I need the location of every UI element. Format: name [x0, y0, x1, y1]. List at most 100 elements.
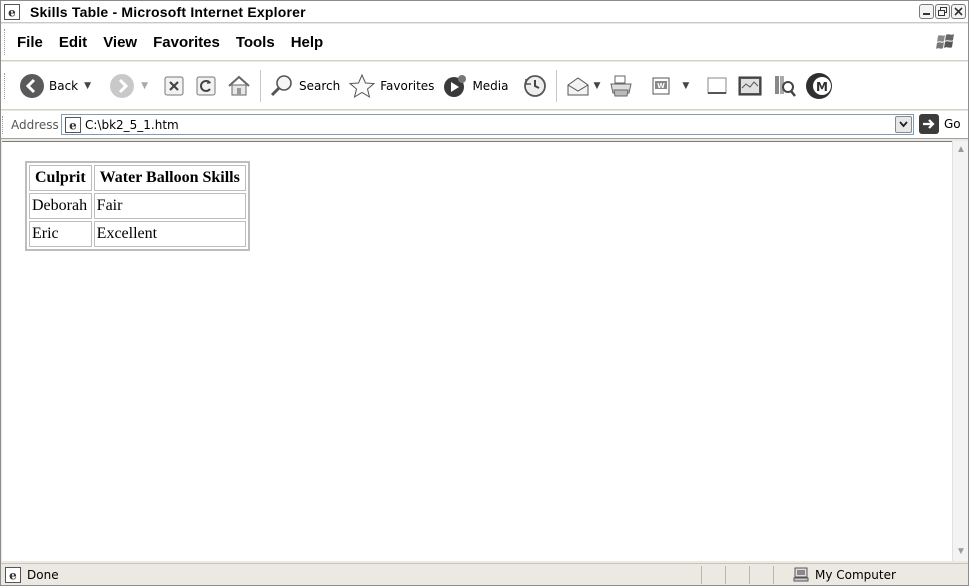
star-icon: [348, 73, 376, 98]
menu-file[interactable]: File: [7, 34, 51, 51]
m-badge-icon: M: [806, 72, 833, 99]
status-panes: [701, 566, 797, 584]
stop-icon: [164, 76, 184, 95]
svg-text:e: e: [9, 568, 17, 582]
edit-button[interactable]: W ▼: [646, 66, 693, 106]
status-bar: e Done My Computer: [1, 563, 968, 585]
chevron-down-icon: [899, 121, 908, 128]
table-row: Eric Excellent: [29, 221, 246, 247]
favorites-button[interactable]: Favorites: [344, 66, 438, 106]
page-content: Culprit Water Balloon Skills Deborah Fai…: [2, 141, 952, 561]
back-label: Back: [49, 78, 79, 93]
ie-app-icon[interactable]: e: [4, 3, 20, 20]
discuss-button[interactable]: [701, 66, 733, 106]
search-label: Search: [298, 78, 341, 93]
zone-label: My Computer: [815, 568, 896, 582]
back-arrow-icon: [20, 73, 44, 98]
vertical-scrollbar[interactable]: ▲ ▼: [952, 141, 968, 561]
stop-button[interactable]: [158, 66, 190, 106]
research-button[interactable]: [767, 66, 801, 106]
page-icon: e: [65, 116, 81, 133]
messenger-button[interactable]: [733, 66, 767, 106]
restore-icon: [938, 7, 947, 16]
security-zone[interactable]: My Computer: [793, 566, 896, 584]
browser-window: e Skills Table - Microsoft Internet Expl…: [0, 0, 969, 586]
address-url[interactable]: C:\bk2_5_1.htm: [85, 118, 179, 132]
close-icon: [954, 7, 963, 16]
window-controls: [919, 4, 966, 19]
address-grip[interactable]: [2, 115, 5, 134]
discuss-icon: [707, 77, 727, 94]
minimize-icon: [923, 13, 930, 15]
search-icon: [270, 74, 292, 96]
cell-skill: Fair: [93, 193, 246, 219]
history-icon: [524, 74, 547, 97]
skills-table: Culprit Water Balloon Skills Deborah Fai…: [25, 161, 250, 251]
go-arrow-icon: [919, 114, 939, 134]
mcafee-button[interactable]: M: [801, 66, 837, 106]
computer-icon: [793, 567, 809, 582]
address-label: Address: [11, 117, 59, 132]
search-button[interactable]: Search: [265, 66, 344, 106]
back-dropdown-icon[interactable]: ▼: [84, 81, 91, 91]
refresh-button[interactable]: [190, 66, 222, 106]
status-pane: [749, 566, 773, 584]
maximize-button[interactable]: [935, 4, 950, 19]
status-text: Done: [27, 567, 59, 582]
forward-button[interactable]: ▼: [105, 66, 152, 106]
research-icon: [775, 75, 797, 97]
minimize-button[interactable]: [919, 4, 934, 19]
table-header-row: Culprit Water Balloon Skills: [29, 165, 246, 191]
menu-favorites[interactable]: Favorites: [145, 34, 228, 51]
go-button[interactable]: Go: [919, 114, 961, 134]
address-dropdown-button[interactable]: [895, 116, 912, 133]
menu-edit[interactable]: Edit: [51, 34, 95, 51]
favorites-label: Favorites: [380, 78, 435, 93]
go-label: Go: [944, 117, 961, 131]
header-culprit: Culprit: [29, 165, 92, 191]
windows-flag-icon: [936, 34, 954, 49]
menu-tools[interactable]: Tools: [228, 34, 283, 51]
scroll-down-icon[interactable]: ▼: [955, 546, 967, 558]
printer-icon: [610, 75, 633, 96]
home-icon: [228, 75, 250, 95]
media-label: Media: [472, 78, 509, 93]
messenger-icon: [738, 76, 762, 95]
standard-toolbar: Back ▼ ▼ Search Favorites Media ▼ W ▼ M: [1, 62, 968, 110]
mail-icon: [567, 76, 589, 95]
print-button[interactable]: [604, 66, 638, 106]
mail-dropdown-icon[interactable]: ▼: [593, 81, 600, 91]
mail-button[interactable]: ▼: [561, 66, 604, 106]
forward-arrow-icon: [110, 73, 135, 98]
svg-text:M: M: [816, 80, 828, 94]
svg-text:e: e: [8, 5, 16, 19]
page-status-icon: e: [5, 566, 21, 583]
window-title: Skills Table - Microsoft Internet Explor…: [30, 3, 306, 20]
cell-culprit: Deborah: [29, 193, 92, 219]
home-button[interactable]: [222, 66, 256, 106]
toolbar-separator: [259, 69, 261, 102]
media-icon: [444, 74, 467, 97]
forward-dropdown-icon[interactable]: ▼: [141, 81, 148, 91]
edit-page-icon: W: [652, 77, 670, 94]
cell-skill: Excellent: [93, 221, 246, 247]
status-pane: [701, 566, 725, 584]
table-row: Deborah Fair: [29, 193, 246, 219]
cell-culprit: Eric: [29, 221, 92, 247]
history-button[interactable]: [518, 66, 552, 106]
toolbar-grip[interactable]: [4, 72, 7, 99]
title-bar: e Skills Table - Microsoft Internet Expl…: [1, 1, 968, 23]
svg-text:e: e: [69, 118, 77, 132]
edit-dropdown-icon[interactable]: ▼: [682, 81, 689, 91]
menu-bar: File Edit View Favorites Tools Help: [1, 24, 968, 61]
header-water-balloon-skills: Water Balloon Skills: [93, 165, 246, 191]
back-button[interactable]: Back ▼: [15, 66, 95, 106]
refresh-icon: [196, 76, 216, 95]
address-input[interactable]: e C:\bk2_5_1.htm: [61, 114, 914, 135]
close-button[interactable]: [951, 4, 966, 19]
media-button[interactable]: Media: [438, 66, 512, 106]
menu-help[interactable]: Help: [283, 34, 332, 51]
menu-view[interactable]: View: [95, 34, 145, 51]
toolbar-separator: [556, 69, 558, 102]
scroll-up-icon[interactable]: ▲: [955, 144, 967, 156]
